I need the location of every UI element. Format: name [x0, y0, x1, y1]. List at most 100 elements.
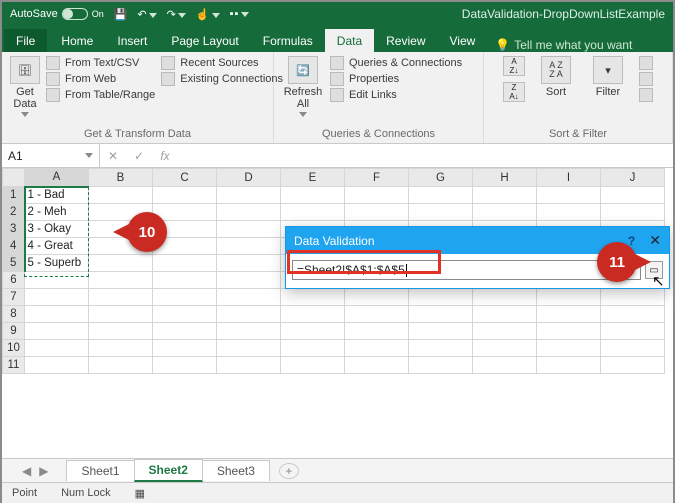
col-header-J[interactable]: J: [601, 169, 665, 187]
cell[interactable]: [89, 323, 153, 340]
properties[interactable]: Properties: [330, 72, 462, 86]
cell[interactable]: [217, 187, 281, 204]
redo-icon[interactable]: ↷: [167, 8, 186, 21]
cell[interactable]: [153, 306, 217, 323]
cell[interactable]: [153, 187, 217, 204]
save-icon[interactable]: 💾: [114, 8, 128, 21]
cell[interactable]: [345, 357, 409, 374]
close-icon[interactable]: ✕: [649, 232, 661, 249]
advanced-filter[interactable]: [639, 88, 653, 102]
cell[interactable]: [473, 306, 537, 323]
cell[interactable]: [89, 357, 153, 374]
row-header[interactable]: 2: [3, 204, 25, 221]
cell[interactable]: [601, 357, 665, 374]
cell[interactable]: [345, 306, 409, 323]
cell[interactable]: [25, 306, 89, 323]
sheet-tab-sheet3[interactable]: Sheet3: [202, 460, 270, 481]
col-header-C[interactable]: C: [153, 169, 217, 187]
cell[interactable]: 1 - Bad: [25, 187, 89, 204]
cell[interactable]: [473, 204, 537, 221]
cell[interactable]: [25, 323, 89, 340]
cell[interactable]: [409, 187, 473, 204]
cell[interactable]: [89, 272, 153, 289]
select-all-corner[interactable]: [3, 169, 25, 187]
cell[interactable]: [153, 289, 217, 306]
tab-data[interactable]: Data: [325, 29, 374, 52]
tab-review[interactable]: Review: [374, 29, 437, 52]
cell[interactable]: [473, 340, 537, 357]
cell[interactable]: [25, 357, 89, 374]
cell[interactable]: [537, 357, 601, 374]
cell[interactable]: [473, 357, 537, 374]
cell[interactable]: [601, 306, 665, 323]
touch-mode-icon[interactable]: ☝: [196, 8, 220, 21]
cell[interactable]: [25, 272, 89, 289]
cell[interactable]: [281, 357, 345, 374]
macro-record-icon[interactable]: ▦: [135, 487, 145, 500]
row-header[interactable]: 11: [3, 357, 25, 374]
tab-formulas[interactable]: Formulas: [251, 29, 325, 52]
row-header[interactable]: 9: [3, 323, 25, 340]
cancel-icon[interactable]: ✕: [100, 149, 126, 163]
cell[interactable]: [89, 340, 153, 357]
cell[interactable]: [281, 340, 345, 357]
col-header-A[interactable]: A: [25, 169, 89, 187]
enter-icon[interactable]: ✓: [126, 149, 152, 163]
filter-button[interactable]: ▾ Filter: [587, 56, 629, 98]
tab-insert[interactable]: Insert: [105, 29, 159, 52]
cell[interactable]: [89, 187, 153, 204]
cell[interactable]: [217, 204, 281, 221]
name-box[interactable]: A1: [2, 144, 100, 167]
clear-filter[interactable]: [639, 56, 653, 70]
cell[interactable]: [217, 272, 281, 289]
reapply-filter[interactable]: [639, 72, 653, 86]
cell[interactable]: [25, 289, 89, 306]
col-header-I[interactable]: I: [537, 169, 601, 187]
get-data-button[interactable]: 🗄 Get Data: [10, 56, 40, 117]
cell[interactable]: [153, 323, 217, 340]
row-header[interactable]: 8: [3, 306, 25, 323]
tab-view[interactable]: View: [438, 29, 488, 52]
cell[interactable]: [537, 340, 601, 357]
autosave-toggle[interactable]: AutoSave On: [10, 8, 104, 20]
cell[interactable]: [409, 323, 473, 340]
formula-bar[interactable]: [178, 144, 673, 167]
cell[interactable]: [537, 187, 601, 204]
cell[interactable]: [217, 221, 281, 238]
cell[interactable]: [217, 323, 281, 340]
recent-sources[interactable]: Recent Sources: [161, 56, 283, 70]
tab-home[interactable]: Home: [49, 29, 105, 52]
cell[interactable]: [601, 340, 665, 357]
cell[interactable]: [281, 306, 345, 323]
cell[interactable]: 3 - Okay: [25, 221, 89, 238]
edit-links[interactable]: Edit Links: [330, 88, 462, 102]
undo-icon[interactable]: ↶: [137, 8, 156, 21]
cell[interactable]: [153, 340, 217, 357]
cell[interactable]: [601, 187, 665, 204]
cell[interactable]: [345, 187, 409, 204]
queries-connections[interactable]: Queries & Connections: [330, 56, 462, 70]
cell[interactable]: [89, 289, 153, 306]
cell[interactable]: [409, 340, 473, 357]
cell[interactable]: [217, 306, 281, 323]
col-header-B[interactable]: B: [89, 169, 153, 187]
row-header[interactable]: 1: [3, 187, 25, 204]
prev-sheet-icon[interactable]: ◀: [22, 464, 31, 478]
sort-az-za[interactable]: AZ↓ ZA↓: [503, 56, 525, 102]
cell[interactable]: [217, 289, 281, 306]
col-header-D[interactable]: D: [217, 169, 281, 187]
cell[interactable]: [345, 204, 409, 221]
cell[interactable]: [217, 238, 281, 255]
cell[interactable]: [345, 323, 409, 340]
row-header[interactable]: 7: [3, 289, 25, 306]
cell[interactable]: 5 - Superb: [25, 255, 89, 272]
cell[interactable]: [217, 255, 281, 272]
refresh-all-button[interactable]: 🔄 Refresh All: [282, 56, 324, 117]
cell[interactable]: [345, 340, 409, 357]
from-table-range[interactable]: From Table/Range: [46, 88, 155, 102]
cell[interactable]: [409, 357, 473, 374]
cell[interactable]: [281, 323, 345, 340]
cell[interactable]: [409, 306, 473, 323]
from-web[interactable]: From Web: [46, 72, 155, 86]
sheet-nav[interactable]: ◀▶: [22, 464, 48, 478]
